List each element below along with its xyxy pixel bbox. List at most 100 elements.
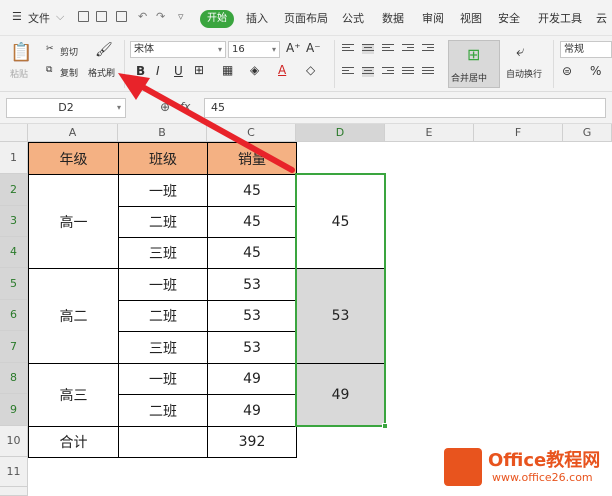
- class-cell[interactable]: 一班: [118, 174, 208, 207]
- align-top-icon[interactable]: [342, 44, 354, 54]
- header-cell-grade[interactable]: 年级: [28, 142, 119, 175]
- print-preview-icon[interactable]: [116, 11, 127, 22]
- column-header-c[interactable]: C: [207, 124, 296, 142]
- class-cell[interactable]: 一班: [118, 268, 208, 301]
- sales-cell[interactable]: 49: [207, 363, 297, 395]
- justify-icon[interactable]: [402, 67, 414, 77]
- paste-button[interactable]: 粘贴: [10, 67, 28, 80]
- shrink-font-button[interactable]: A⁻: [306, 41, 321, 55]
- tab-page-layout[interactable]: 页面布局: [284, 10, 328, 26]
- grade-cell[interactable]: 高三: [28, 363, 119, 427]
- save-icon[interactable]: [78, 11, 89, 22]
- format-painter-icon[interactable]: 🖌: [95, 42, 113, 58]
- decrease-indent-icon[interactable]: [402, 44, 414, 54]
- sales-cell[interactable]: 45: [207, 206, 297, 238]
- clear-format-icon[interactable]: ◇: [306, 63, 315, 77]
- tab-home[interactable]: 开始: [200, 10, 234, 28]
- grade-cell[interactable]: 高一: [28, 174, 119, 269]
- sales-cell[interactable]: 49: [207, 394, 297, 427]
- distributed-icon[interactable]: [422, 67, 434, 77]
- tab-insert[interactable]: 插入: [246, 10, 268, 26]
- sales-cell[interactable]: 53: [207, 300, 297, 332]
- bold-button[interactable]: B: [136, 64, 145, 78]
- total-label-cell[interactable]: 合计: [28, 426, 119, 458]
- row-header-5[interactable]: 5: [0, 268, 28, 300]
- name-box[interactable]: D2 ▾: [6, 98, 126, 118]
- row-header-3[interactable]: 3: [0, 206, 28, 237]
- align-center-icon[interactable]: [362, 67, 374, 77]
- tab-security[interactable]: 安全: [498, 10, 520, 26]
- increase-indent-icon[interactable]: [422, 44, 434, 54]
- class-cell[interactable]: 三班: [118, 331, 208, 364]
- fx-button[interactable]: fx: [180, 100, 190, 113]
- italic-button[interactable]: I: [156, 64, 160, 78]
- fill-color-icon[interactable]: ◈: [250, 63, 259, 77]
- copy-icon[interactable]: ⧉: [46, 65, 52, 75]
- class-cell[interactable]: 二班: [118, 206, 208, 238]
- percent-button[interactable]: %: [590, 64, 601, 78]
- sales-cell[interactable]: 45: [207, 237, 297, 269]
- underline-button[interactable]: U: [174, 64, 183, 78]
- row-header-8[interactable]: 8: [0, 363, 28, 394]
- cut-icon[interactable]: ✂: [46, 44, 54, 54]
- row-header-2[interactable]: 2: [0, 174, 28, 206]
- paste-icon[interactable]: 📋: [10, 42, 32, 63]
- row-header-4[interactable]: 4: [0, 237, 28, 268]
- class-cell[interactable]: 一班: [118, 363, 208, 395]
- total-value-cell[interactable]: 392: [207, 426, 297, 458]
- sales-cell[interactable]: 53: [207, 331, 297, 364]
- number-format-select[interactable]: 常规: [560, 41, 612, 58]
- currency-icon[interactable]: ⊜: [562, 64, 572, 78]
- align-right-icon[interactable]: [382, 67, 394, 77]
- format-painter-button[interactable]: 格式刷: [88, 66, 115, 79]
- chevron-down-icon[interactable]: ⌵: [56, 10, 64, 24]
- select-all-corner[interactable]: [0, 124, 28, 142]
- grow-font-button[interactable]: A⁺: [286, 41, 301, 55]
- column-header-a[interactable]: A: [28, 124, 118, 142]
- cell-style-icon[interactable]: ▦: [222, 63, 233, 77]
- column-header-g[interactable]: G: [563, 124, 612, 142]
- wrap-text-icon[interactable]: ⤶: [516, 42, 524, 60]
- row-header-7[interactable]: 7: [0, 331, 28, 363]
- redo-icon[interactable]: ↷: [156, 10, 165, 23]
- undo-icon[interactable]: ↶: [138, 10, 147, 23]
- class-cell[interactable]: 二班: [118, 300, 208, 332]
- row-header-6[interactable]: 6: [0, 300, 28, 331]
- zoom-icon[interactable]: ⊕: [160, 100, 170, 114]
- merge-center-button[interactable]: ⊞ 合并居中: [448, 40, 500, 88]
- tab-formulas[interactable]: 公式: [342, 10, 364, 26]
- grade-cell[interactable]: 高二: [28, 268, 119, 364]
- class-cell[interactable]: 二班: [118, 394, 208, 427]
- border-icon[interactable]: ⊞: [194, 63, 204, 77]
- align-bottom-icon[interactable]: [382, 44, 394, 54]
- cut-button[interactable]: 剪切: [60, 45, 78, 58]
- row-header-9[interactable]: 9: [0, 394, 28, 426]
- customize-quick-access-icon[interactable]: ▿: [178, 10, 184, 23]
- row-header-1[interactable]: 1: [0, 142, 28, 174]
- formula-input[interactable]: 45: [204, 98, 606, 118]
- header-cell-class[interactable]: 班级: [118, 142, 208, 175]
- column-header-b[interactable]: B: [118, 124, 207, 142]
- tab-review[interactable]: 审阅: [422, 10, 444, 26]
- tab-cloud[interactable]: 云: [596, 10, 607, 26]
- row-header-10[interactable]: 10: [0, 426, 28, 457]
- row-header-12[interactable]: [0, 487, 28, 496]
- tab-data[interactable]: 数据: [382, 10, 404, 26]
- column-header-d[interactable]: D: [296, 124, 385, 142]
- file-menu[interactable]: 文件: [28, 10, 50, 26]
- column-header-f[interactable]: F: [474, 124, 563, 142]
- copy-button[interactable]: 复制: [60, 66, 78, 79]
- column-header-e[interactable]: E: [385, 124, 474, 142]
- font-color-icon[interactable]: A: [278, 63, 286, 77]
- tab-developer[interactable]: 开发工具: [538, 10, 582, 26]
- empty-cell[interactable]: [118, 426, 208, 458]
- sales-cell[interactable]: 53: [207, 268, 297, 301]
- row-header-11[interactable]: 11: [0, 457, 28, 487]
- header-cell-sales[interactable]: 销量: [207, 142, 297, 175]
- align-middle-icon[interactable]: [362, 44, 374, 54]
- fill-handle[interactable]: [382, 423, 388, 429]
- align-left-icon[interactable]: [342, 67, 354, 77]
- tab-view[interactable]: 视图: [460, 10, 482, 26]
- sales-cell[interactable]: 45: [207, 174, 297, 207]
- font-name-select[interactable]: 宋体 ▾: [130, 41, 226, 58]
